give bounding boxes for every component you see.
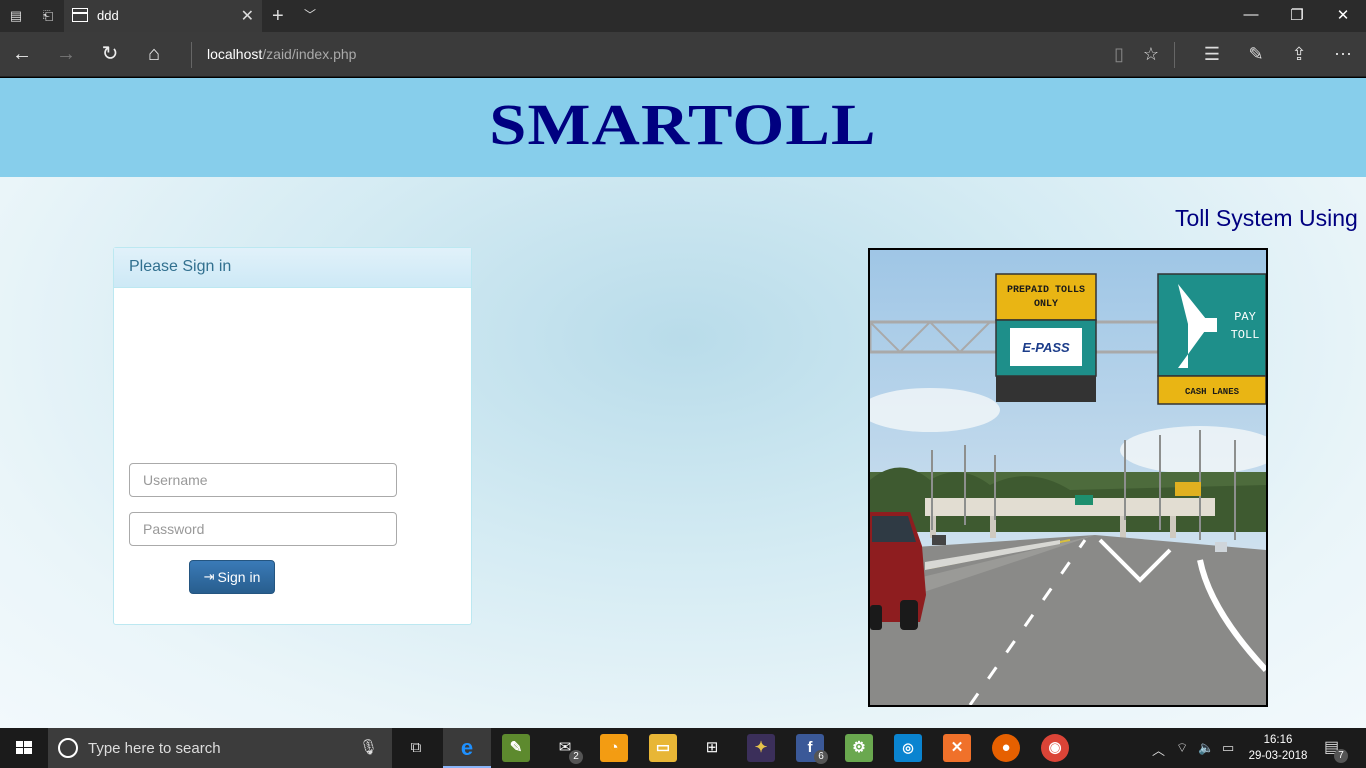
epass-logo-text: E-PASS (1022, 340, 1070, 355)
site-logo: SMARTOLL (489, 92, 877, 157)
facebook-badge: 6 (814, 750, 828, 764)
pay-sign-text: PAY (1234, 310, 1256, 324)
signin-panel: Please Sign in ⇥ Sign in (113, 247, 472, 625)
microphone-icon[interactable]: 🎙 (359, 738, 378, 756)
mail-icon[interactable]: ✉ 2 (551, 734, 583, 764)
password-input[interactable] (130, 513, 396, 545)
cash-lanes-text: CASH LANES (1185, 387, 1240, 397)
page-icon (72, 8, 88, 22)
toll-sign-text: TOLL (1231, 328, 1260, 342)
star-icon[interactable]: ☆ (1139, 42, 1163, 66)
prepaid-sign-text: PREPAID TOLLS (1007, 285, 1085, 296)
browser-navbar: ← → ↻ ⌂ localhost/zaid/index.php ▯ ☆ ☰ ✎… (0, 32, 1366, 77)
forward-icon[interactable]: → (54, 42, 78, 66)
panel-title: Please Sign in (114, 248, 471, 288)
notifications-icon[interactable]: ▤ 7 (1324, 737, 1348, 763)
share-icon[interactable]: ⇪ (1287, 42, 1311, 66)
address-path: /zaid/index.php (262, 46, 357, 62)
store-icon[interactable]: ⊞ (698, 734, 726, 762)
mail-badge: 2 (569, 750, 583, 764)
cortana-icon (58, 738, 78, 758)
divider (1174, 42, 1175, 68)
page-content: SMARTOLL Toll System Using Please Sign i… (0, 78, 1366, 728)
password-field[interactable] (129, 512, 397, 546)
sign-in-label: Sign in (217, 569, 261, 585)
system-clock[interactable]: 16:16 29-03-2018 (1246, 732, 1310, 764)
marquee-text: Toll System Using (1175, 205, 1358, 231)
volume-icon[interactable]: 🔈 (1198, 740, 1214, 756)
new-tab-icon[interactable]: + (272, 5, 284, 28)
task-view-icon[interactable]: ⧉ (402, 734, 430, 762)
windows-taskbar: Type here to search 🎙 ⧉ e ✎ ✉ 2 ◔ ▭ ⊞ ✦ f… (0, 728, 1366, 768)
highway-illustration: PREPAID TOLLS ONLY E-PASS PAY TOLL CASH … (870, 250, 1266, 705)
tab-title: ddd (97, 8, 119, 23)
firefox-icon[interactable]: ● (992, 734, 1020, 762)
network-icon[interactable]: ⌔ (1176, 740, 1188, 756)
tab-set-aside-icon[interactable]: ▤ (8, 8, 24, 24)
restore-icon[interactable]: ❐ (1282, 6, 1312, 24)
address-bar[interactable]: localhost/zaid/index.php (207, 46, 356, 62)
sign-in-button[interactable]: ⇥ Sign in (189, 560, 275, 594)
search-placeholder: Type here to search (88, 740, 221, 757)
tab-active[interactable]: ddd ✕ (64, 0, 262, 32)
file-explorer-icon[interactable]: ▭ (649, 734, 677, 762)
chrome-icon[interactable]: ◉ (1041, 734, 1069, 762)
clock-time: 16:16 (1263, 734, 1293, 746)
notepad-plus-icon[interactable]: ✎ (502, 734, 530, 762)
more-icon[interactable]: ⋯ (1331, 42, 1355, 66)
address-host: localhost (207, 46, 263, 62)
divider (191, 42, 192, 68)
refresh-icon[interactable]: ↻ (98, 42, 122, 66)
reading-view-icon[interactable]: ▯ (1107, 42, 1131, 66)
battery-icon[interactable]: ▭ (1222, 740, 1234, 756)
facebook-icon[interactable]: f6 (796, 734, 828, 764)
game-app-icon[interactable]: ✦ (747, 734, 775, 762)
uc-browser-icon[interactable]: ◔ (600, 734, 628, 762)
xampp-icon[interactable]: ✕ (943, 734, 971, 762)
tabs-preview-icon[interactable]: ⎗ (40, 8, 56, 24)
instagram-icon[interactable]: ◎ (894, 734, 922, 762)
clock-date: 29-03-2018 (1248, 750, 1308, 762)
username-input[interactable] (130, 464, 396, 496)
pen-icon[interactable]: ✎ (1244, 42, 1268, 66)
close-window-icon[interactable]: ✕ (1328, 6, 1358, 24)
taskbar-search[interactable]: Type here to search 🎙 (48, 728, 392, 768)
highway-toll-image: PREPAID TOLLS ONLY E-PASS PAY TOLL CASH … (868, 248, 1268, 707)
log-in-icon: ⇥ (203, 569, 215, 584)
edge-icon[interactable]: e (453, 734, 481, 762)
android-studio-icon[interactable]: ⚙ (845, 734, 873, 762)
back-icon[interactable]: ← (10, 42, 34, 66)
notification-badge: 7 (1334, 749, 1348, 763)
chevron-down-icon[interactable]: ﹀ (304, 6, 316, 23)
close-tab-icon[interactable]: ✕ (241, 6, 254, 26)
minimize-icon[interactable]: — (1236, 6, 1266, 23)
username-field[interactable] (129, 463, 397, 497)
chevron-up-icon[interactable]: ︿ (1152, 740, 1165, 759)
favorites-icon[interactable]: ☰ (1200, 42, 1224, 66)
start-button[interactable] (0, 728, 48, 768)
home-icon[interactable]: ⌂ (142, 42, 166, 66)
prepaid-sign-only: ONLY (1034, 299, 1058, 310)
windows-icon (16, 741, 32, 754)
browser-titlebar: ▤ ⎗ ddd ✕ + ﹀ — ❐ ✕ (0, 0, 1366, 32)
page-header: SMARTOLL (0, 78, 1366, 177)
